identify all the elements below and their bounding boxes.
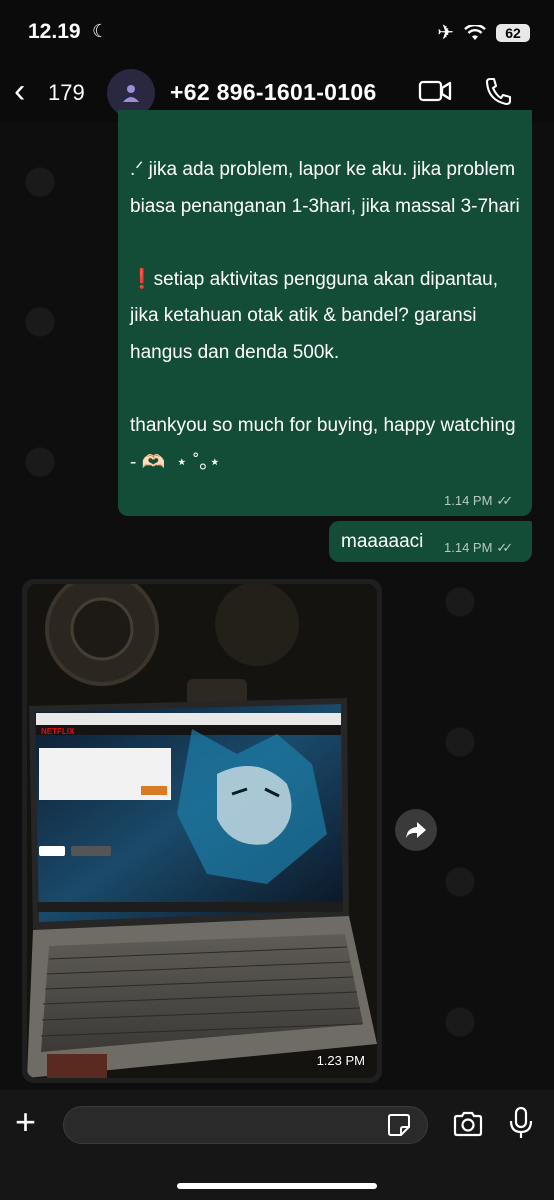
message-input[interactable] [63, 1106, 428, 1144]
outgoing-message-bubble[interactable]: .ᐟ jika ada problem, lapor ke aku. jika … [118, 110, 532, 516]
microphone-icon[interactable] [508, 1106, 534, 1140]
message-meta: 1.14 PM ✓✓ [444, 493, 513, 509]
sticker-icon[interactable] [386, 1112, 412, 1138]
laptop-photo-image: NETFLIX [27, 584, 377, 1078]
person-icon [123, 85, 139, 102]
plus-icon[interactable]: + [15, 1104, 36, 1140]
wifi-icon [464, 24, 486, 40]
camera-icon[interactable] [452, 1110, 484, 1138]
incoming-photo-message[interactable]: NETFLIX 1.23 PM [22, 579, 382, 1083]
status-bar: 12.19 ☾ ✈ 62 [0, 0, 554, 64]
status-time: 12.19 [28, 20, 81, 43]
share-arrow-icon [406, 822, 426, 838]
double-check-icon: ✓✓ [496, 493, 513, 508]
message-time: 1.23 PM [316, 1053, 365, 1068]
message-time: 1.14 PM [444, 540, 493, 555]
message-text: maaaaaci [341, 531, 424, 552]
battery-indicator: 62 [496, 23, 530, 42]
message-time: 1.14 PM [444, 493, 493, 508]
airplane-icon: ✈ [437, 22, 454, 44]
forward-button[interactable] [395, 809, 437, 851]
voice-call-icon[interactable] [484, 76, 512, 106]
back-chevron-icon[interactable]: ‹ [14, 74, 25, 108]
message-text: .ᐟ jika ada problem, lapor ke aku. jika … [130, 159, 520, 473]
contact-name[interactable]: +62 896-1601-0106 [170, 79, 377, 106]
message-meta: 1.14 PM ✓✓ [444, 540, 513, 556]
svg-text:NETFLIX: NETFLIX [41, 727, 75, 736]
moon-icon: ☾ [92, 21, 109, 41]
outgoing-message-bubble[interactable]: maaaaaci 1.14 PM ✓✓ [329, 521, 532, 562]
photo-thumbnail[interactable]: NETFLIX 1.23 PM [27, 584, 377, 1078]
home-indicator [177, 1183, 377, 1189]
unread-count[interactable]: 179 [48, 80, 85, 106]
double-check-icon: ✓✓ [496, 540, 513, 555]
video-call-icon[interactable] [418, 78, 452, 104]
